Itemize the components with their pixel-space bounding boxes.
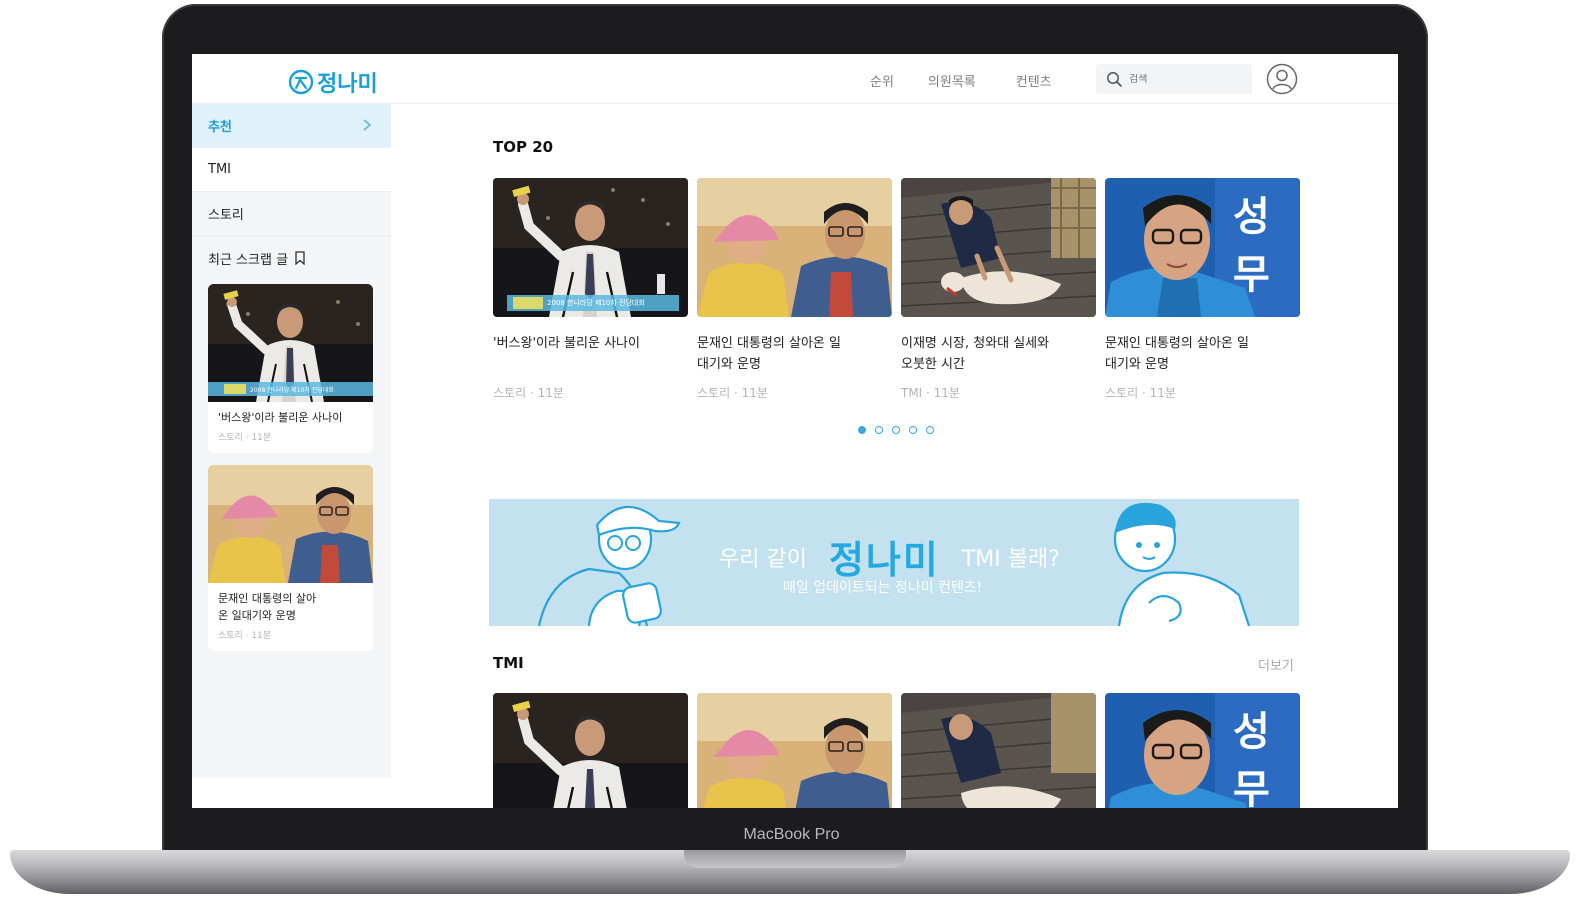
screen: 정나미 순위 의원목록 컨텐츠 추천 TMI	[192, 54, 1398, 808]
card-title: '버스왕'이라 불리운 사나이	[493, 336, 640, 351]
nav-contents[interactable]: 컨텐츠	[1016, 71, 1052, 90]
card-thumbnail	[901, 178, 1096, 317]
profile-icon[interactable]	[1266, 63, 1298, 95]
card-title: 문재인 대통령의 살아온 일대기와 운명	[697, 336, 841, 372]
top20-card[interactable]: 이재명 시장, 청와대 실세와 오붓한 시간 TMI · 11분	[901, 178, 1096, 400]
sign-text: 성무	[1233, 709, 1270, 808]
search-input[interactable]	[1129, 73, 1239, 85]
promo-banner[interactable]: 우리 같이 정나미 TMI 볼래? 매일 업데이트되는 정나미 컨텐츠!	[489, 499, 1299, 626]
card-title: 이재명 시장, 청와대 실세와 오붓한 시간	[901, 336, 1050, 372]
thumbnail-caption: 2008 한나라당 제10차 전당대회	[250, 387, 334, 394]
sidebar-item-story[interactable]: 스토리	[192, 192, 391, 236]
card-thumbnail	[697, 178, 892, 317]
laptop-notch	[684, 850, 906, 868]
tmi-title: TMI	[493, 654, 524, 672]
top20-card[interactable]: 성무 문재인 대통령의 살아온 일대기와 운명 스토리 · 11분	[1105, 178, 1300, 400]
couple-photo	[697, 693, 892, 808]
logo-icon	[288, 69, 314, 95]
scrap-card-title: 문재인 대통령의 살아온 일대기와 운명	[218, 592, 317, 622]
chevron-right-icon	[363, 119, 372, 131]
card-thumbnail: 2008 한나라당 제10차 전당대회	[493, 178, 688, 317]
dog-photo	[901, 178, 1096, 317]
speech-photo	[493, 178, 688, 317]
card-thumbnail: 성무	[1105, 693, 1300, 808]
dog-photo	[901, 693, 1096, 808]
scrap-heading-text: 최근 스크랩 글	[208, 252, 289, 268]
top-header: 정나미 순위 의원목록 컨텐츠	[192, 54, 1398, 104]
pagination-dot-active[interactable]	[858, 426, 866, 434]
search-icon	[1107, 71, 1122, 87]
card-title: 문재인 대통령의 살아온 일대기와 운명	[1105, 336, 1249, 372]
bookmark-icon	[295, 251, 305, 265]
card-thumbnail	[493, 693, 688, 808]
sign-text: 성무	[1233, 194, 1270, 298]
banner-suffix: TMI 볼래?	[961, 546, 1060, 572]
scrap-thumbnail	[208, 465, 373, 583]
logo-text: 정나미	[317, 72, 378, 97]
scrap-card-meta: 스토리 · 11분	[218, 631, 272, 641]
card-thumbnail	[697, 693, 892, 808]
tmi-card[interactable]	[697, 693, 892, 808]
pagination-dot[interactable]	[909, 426, 917, 434]
top20-card[interactable]: 2008 한나라당 제10차 전당대회 '버스왕'이라 불리운 사나이 스토리 …	[493, 178, 688, 400]
banner-headline: 우리 같이 정나미 TMI 볼래?	[719, 529, 1060, 584]
scrap-card-meta: 스토리 · 11분	[218, 433, 272, 443]
card-meta: 스토리 · 11분	[697, 386, 768, 400]
top20-card[interactable]: 문재인 대통령의 살아온 일대기와 운명 스토리 · 11분	[697, 178, 892, 400]
sidebar-item-tmi[interactable]: TMI	[192, 148, 391, 192]
banner-subtitle: 매일 업데이트되는 정나미 컨텐츠!	[783, 580, 983, 596]
character-right-illustration	[1113, 502, 1251, 626]
card-thumbnail	[901, 693, 1096, 808]
nav-ranking[interactable]: 순위	[870, 71, 894, 90]
sidebar-item-label: 스토리	[208, 208, 244, 223]
couple-photo	[697, 178, 892, 317]
tmi-card[interactable]	[901, 693, 1096, 808]
logo[interactable]: 정나미	[288, 66, 378, 98]
banner-prefix: 우리 같이	[719, 546, 807, 572]
tmi-more-link[interactable]: 더보기	[1258, 655, 1294, 674]
pagination-dot[interactable]	[892, 426, 900, 434]
sidebar-item-recommend[interactable]: 추천	[192, 104, 391, 148]
nav-member-list[interactable]: 의원목록	[928, 71, 976, 90]
carousel-pagination	[858, 426, 934, 434]
scrap-card[interactable]: 문재인 대통령의 살아온 일대기와 운명 스토리 · 11분	[208, 465, 373, 651]
tmi-card[interactable]	[493, 693, 688, 808]
banner-brand: 정나미	[828, 538, 940, 582]
tmi-card[interactable]: 성무	[1105, 693, 1300, 808]
top20-title: TOP 20	[493, 138, 554, 156]
card-thumbnail: 성무	[1105, 178, 1300, 317]
pagination-dot[interactable]	[926, 426, 934, 434]
pagination-dot[interactable]	[875, 426, 883, 434]
search-box[interactable]	[1096, 64, 1252, 94]
card-meta: 스토리 · 11분	[493, 386, 564, 400]
scrap-card[interactable]: 2008 한나라당 제10차 전당대회 '버스왕'이라 불리운 사나이 스토리 …	[208, 284, 373, 453]
sidebar-item-label: 추천	[208, 120, 232, 135]
scrap-card-title: '버스왕'이라 불리운 사나이	[218, 411, 343, 424]
device-label: MacBook Pro	[743, 826, 840, 843]
card-meta: TMI · 11분	[901, 386, 960, 400]
character-left-illustration	[537, 505, 681, 626]
scrap-heading: 최근 스크랩 글	[192, 236, 391, 280]
card-meta: 스토리 · 11분	[1105, 386, 1176, 400]
sidebar-item-label: TMI	[208, 162, 231, 177]
couple-photo	[208, 465, 373, 583]
main-nav: 순위 의원목록 컨텐츠	[870, 71, 1052, 90]
sidebar: 추천 TMI 스토리 최근 스크랩 글 2008 한나라당 제10차 전당대회 …	[192, 104, 391, 778]
speech-photo	[493, 693, 688, 808]
thumbnail-caption: 2008 한나라당 제10차 전당대회	[547, 299, 645, 307]
scrap-thumbnail: 2008 한나라당 제10차 전당대회	[208, 284, 373, 402]
